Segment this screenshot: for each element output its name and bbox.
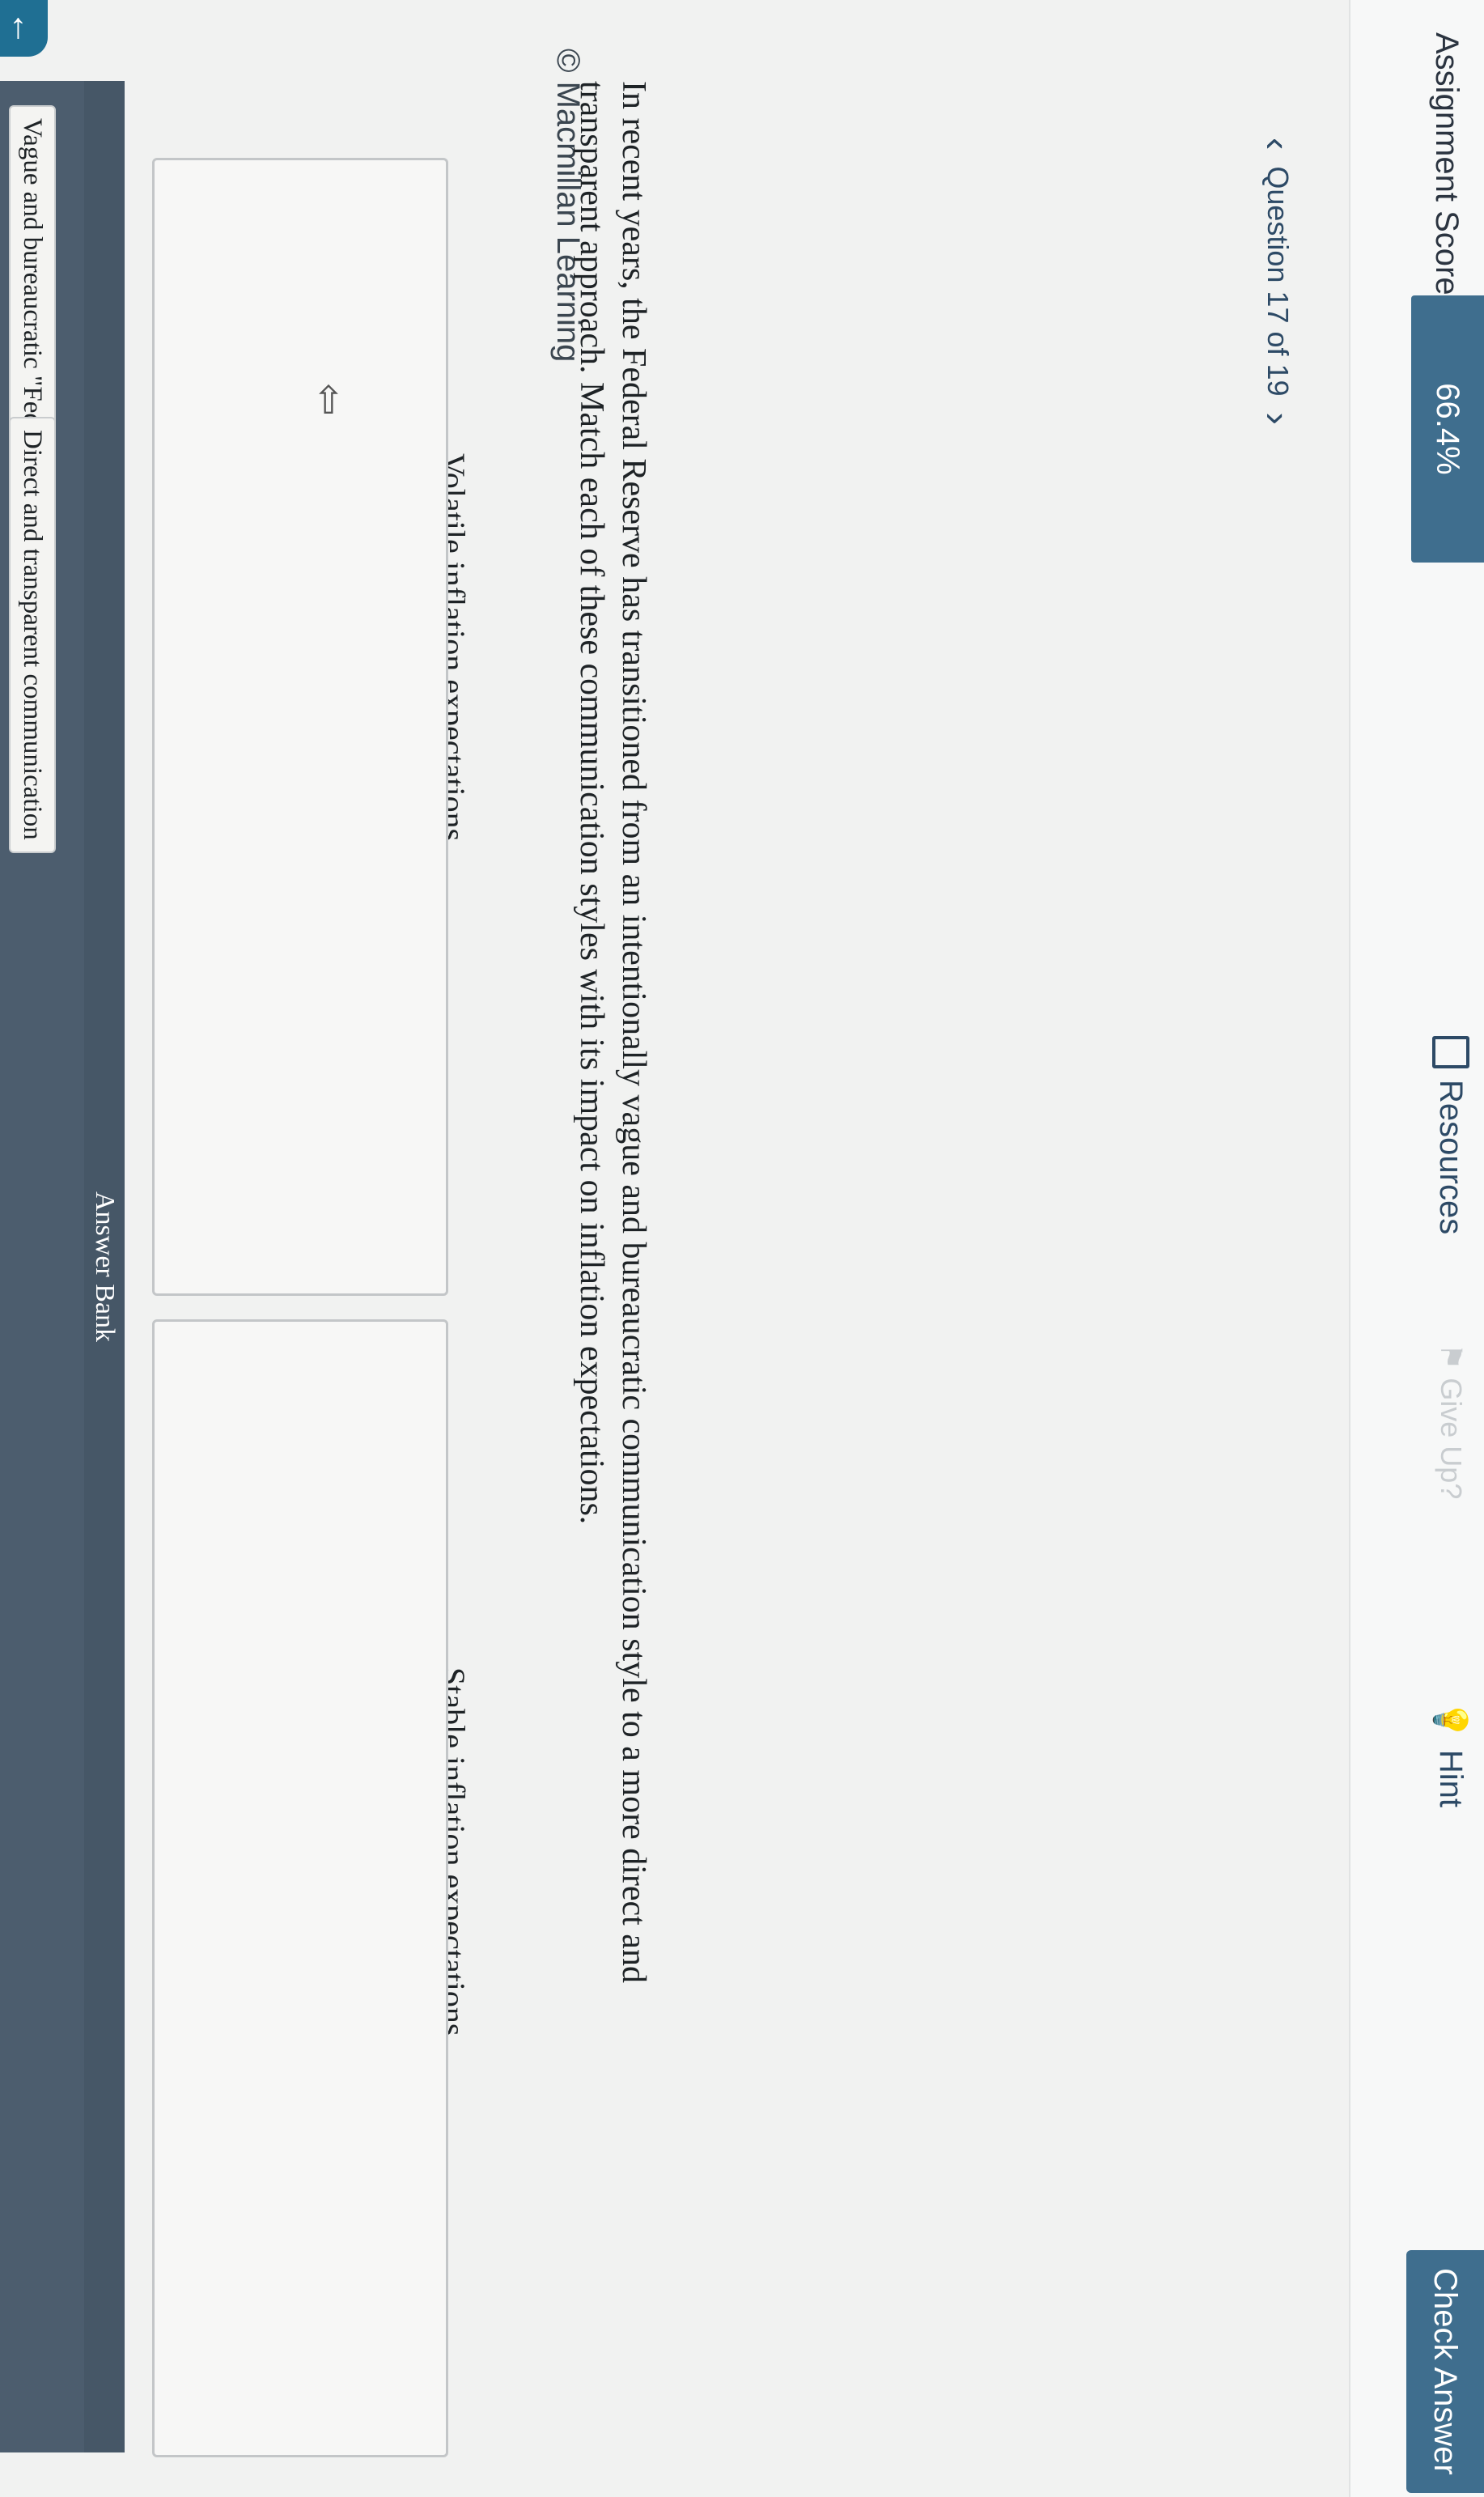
assignment-score-label: Assignment Score: <box>1429 32 1465 304</box>
check-answer-button[interactable]: Check Answer <box>1406 2250 1484 2493</box>
question-navigation: ‹ Question 17 of 19 › <box>1256 138 1300 425</box>
flag-icon: ⚑ <box>1435 1344 1468 1370</box>
resources-label: Resources <box>1433 1080 1469 1235</box>
previous-question-icon[interactable]: ‹ <box>1256 138 1300 150</box>
resources-icon <box>1432 1036 1469 1068</box>
hint-label: Hint <box>1433 1749 1469 1807</box>
drop-zone-stable[interactable] <box>152 1319 448 2457</box>
question-text: In recent years, the Federal Reserve has… <box>573 81 652 1983</box>
question-counter: Question 17 of 19 <box>1261 166 1295 397</box>
top-toolbar: Assignment Score: 66.4% Resources ⚑ Give… <box>1349 0 1484 2497</box>
next-question-icon[interactable]: › <box>1256 413 1300 425</box>
back-arrow-icon: ← <box>4 11 45 46</box>
assignment-page: Assignment Score: 66.4% Resources ⚑ Give… <box>0 0 1484 2497</box>
lightbulb-icon: 💡 <box>1432 1700 1468 1740</box>
answer-chip-direct[interactable]: Direct and transparent communication <box>9 417 56 853</box>
pointer-cursor-icon: ⇧ <box>312 380 346 423</box>
back-arrow-button[interactable]: ← <box>0 0 48 57</box>
drop-zone-volatile[interactable] <box>152 158 448 1296</box>
give-up-button[interactable]: ⚑ Give Up? <box>1434 1344 1468 1499</box>
assignment-score-badge: 66.4% <box>1411 295 1484 563</box>
answer-bank-title: Answer Bank <box>84 81 125 2452</box>
give-up-label: Give Up? <box>1435 1378 1468 1500</box>
resources-button[interactable]: Resources <box>1432 1036 1469 1234</box>
hint-button[interactable]: 💡 Hint <box>1431 1700 1469 1807</box>
